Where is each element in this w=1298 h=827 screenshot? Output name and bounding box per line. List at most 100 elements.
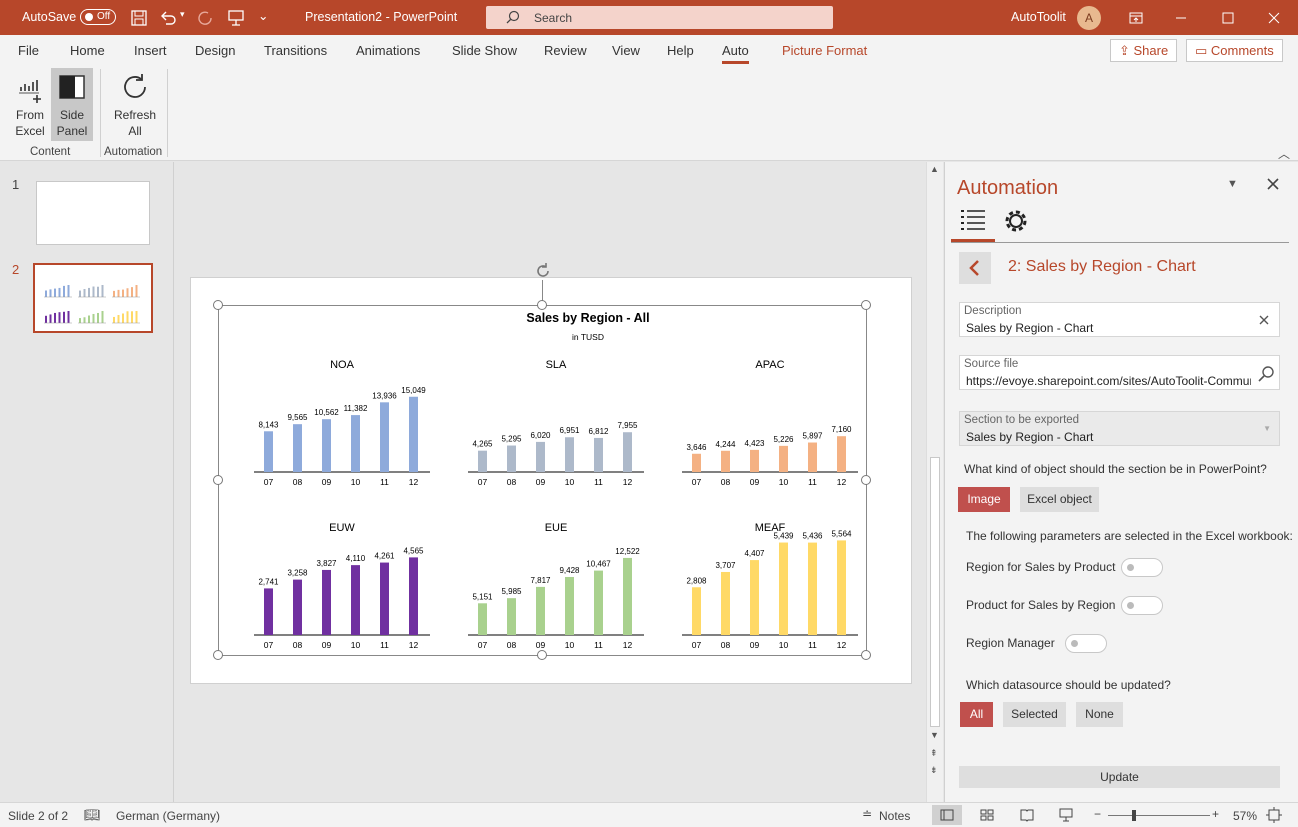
zoom-slider-thumb[interactable] bbox=[1132, 810, 1136, 821]
save-icon[interactable] bbox=[129, 8, 149, 28]
group-automation-label: Automation bbox=[104, 146, 163, 158]
slide-thumbnail-1[interactable] bbox=[36, 181, 150, 245]
rotate-handle-icon[interactable] bbox=[533, 261, 553, 281]
description-value[interactable]: Sales by Region - Chart bbox=[966, 321, 1251, 335]
tab-transitions[interactable]: Transitions bbox=[264, 43, 327, 58]
datasource-none-button[interactable]: None bbox=[1076, 702, 1123, 727]
redo-icon[interactable] bbox=[196, 8, 216, 28]
back-button[interactable] bbox=[959, 252, 991, 284]
undo-icon[interactable] bbox=[158, 8, 178, 28]
account-name[interactable]: AutoToolit bbox=[1011, 10, 1066, 24]
zoom-slider[interactable] bbox=[1108, 815, 1210, 816]
update-button[interactable]: Update bbox=[959, 766, 1280, 788]
autosave-toggle[interactable]: Off bbox=[80, 9, 116, 25]
comments-button[interactable]: ▭ Comments bbox=[1186, 39, 1283, 62]
spellcheck-icon[interactable]: 📖︎ bbox=[84, 807, 101, 823]
tab-review[interactable]: Review bbox=[544, 43, 587, 58]
tab-picture-format[interactable]: Picture Format bbox=[782, 43, 867, 58]
side-panel-label-1: Side bbox=[59, 108, 85, 122]
zoom-level[interactable]: 57% bbox=[1233, 809, 1257, 823]
scrollbar-thumb[interactable] bbox=[930, 457, 940, 727]
share-button[interactable]: ⇪ Share bbox=[1110, 39, 1178, 62]
avatar[interactable]: A bbox=[1077, 6, 1101, 30]
group-divider bbox=[167, 69, 168, 157]
excel-object-option-button[interactable]: Excel object bbox=[1020, 487, 1099, 512]
resize-handle[interactable] bbox=[213, 475, 223, 485]
side-panel-button[interactable]: Side Panel bbox=[51, 68, 93, 141]
image-option-button[interactable]: Image bbox=[958, 487, 1010, 512]
scroll-down-icon[interactable]: ▼ bbox=[930, 730, 939, 740]
search-box[interactable]: Search bbox=[486, 6, 833, 29]
tab-insert[interactable]: Insert bbox=[134, 43, 167, 58]
tab-design[interactable]: Design bbox=[195, 43, 235, 58]
resize-handle[interactable] bbox=[213, 650, 223, 660]
collapse-ribbon-icon[interactable]: ︿ bbox=[1278, 145, 1290, 162]
description-field[interactable]: Description Sales by Region - Chart bbox=[959, 302, 1280, 337]
thumb-bar bbox=[83, 289, 86, 297]
settings-gear-icon[interactable] bbox=[1001, 206, 1031, 236]
datasource-all-button[interactable]: All bbox=[960, 702, 993, 727]
tab-list-view[interactable] bbox=[951, 204, 995, 242]
section-exported-select[interactable]: Section to be exported Sales by Region -… bbox=[959, 411, 1280, 446]
section-exported-value: Sales by Region - Chart bbox=[966, 430, 1094, 444]
resize-handle[interactable] bbox=[537, 300, 547, 310]
notes-button[interactable]: Notes bbox=[879, 809, 910, 823]
previous-slide-icon[interactable]: ⇞ bbox=[930, 748, 938, 759]
vertical-scrollbar[interactable]: ▲ ▼ ⇞ ⇟ bbox=[926, 162, 943, 802]
tab-file[interactable]: File bbox=[18, 43, 39, 58]
source-file-label: Source file bbox=[964, 358, 1019, 370]
document-title: Presentation2 - PowerPoint bbox=[305, 10, 458, 24]
pane-close-icon[interactable] bbox=[1267, 178, 1279, 190]
reading-view-icon[interactable] bbox=[1020, 808, 1034, 822]
fit-to-window-icon[interactable] bbox=[1266, 807, 1282, 823]
tab-home[interactable]: Home bbox=[70, 43, 105, 58]
zoom-out-icon[interactable]: − bbox=[1094, 807, 1101, 821]
next-slide-icon[interactable]: ⇟ bbox=[930, 765, 938, 776]
undo-dropdown-icon[interactable]: ▾ bbox=[180, 9, 185, 20]
browse-search-icon[interactable] bbox=[1257, 365, 1275, 383]
resize-handle[interactable] bbox=[861, 300, 871, 310]
thumb-bar bbox=[49, 314, 52, 323]
slideshow-icon[interactable] bbox=[1058, 808, 1074, 822]
tab-auto[interactable]: Auto bbox=[722, 43, 749, 64]
resize-handle[interactable] bbox=[861, 650, 871, 660]
thumb-bar bbox=[113, 316, 115, 323]
thumb-bar bbox=[122, 313, 124, 323]
tab-view[interactable]: View bbox=[612, 43, 640, 58]
resize-handle[interactable] bbox=[213, 300, 223, 310]
search-icon bbox=[506, 10, 520, 24]
ribbon-display-icon[interactable] bbox=[1125, 7, 1147, 29]
slide-thumbnail-2[interactable] bbox=[33, 263, 153, 333]
thumb-bar bbox=[117, 315, 120, 323]
resize-handle[interactable] bbox=[537, 650, 547, 660]
source-file-value[interactable]: https://evoye.sharepoint.com/sites/AutoT… bbox=[966, 374, 1251, 388]
tab-animations[interactable]: Animations bbox=[356, 43, 420, 58]
param-toggle[interactable] bbox=[1121, 558, 1163, 577]
scroll-up-icon[interactable]: ▲ bbox=[930, 164, 939, 174]
autosave-label: AutoSave bbox=[22, 10, 77, 24]
zoom-in-icon[interactable]: + bbox=[1212, 807, 1219, 821]
thumb-bar bbox=[135, 285, 138, 297]
clear-icon[interactable] bbox=[1259, 315, 1269, 325]
side-panel-label-2: Panel bbox=[56, 124, 88, 138]
from-excel-button[interactable]: From Excel bbox=[10, 71, 50, 139]
source-file-field[interactable]: Source file https://evoye.sharepoint.com… bbox=[959, 355, 1280, 390]
param-toggle[interactable] bbox=[1121, 596, 1163, 615]
notes-icon: ≐ bbox=[862, 807, 873, 821]
tab-slide-show[interactable]: Slide Show bbox=[452, 43, 517, 58]
thumb-bar bbox=[54, 288, 56, 297]
slide-number: 2 bbox=[12, 262, 20, 277]
slide-sorter-icon[interactable] bbox=[980, 809, 994, 821]
param-toggle[interactable] bbox=[1065, 634, 1107, 653]
minimize-icon[interactable] bbox=[1170, 7, 1192, 29]
present-icon[interactable] bbox=[226, 8, 246, 28]
pane-options-icon[interactable]: ▼ bbox=[1227, 178, 1238, 190]
close-icon[interactable] bbox=[1263, 7, 1285, 29]
language-indicator[interactable]: German (Germany) bbox=[116, 809, 220, 823]
tab-help[interactable]: Help bbox=[667, 43, 694, 58]
maximize-icon[interactable] bbox=[1217, 7, 1239, 29]
resize-handle[interactable] bbox=[861, 475, 871, 485]
refresh-all-button[interactable]: Refresh All bbox=[112, 71, 158, 139]
customize-qat-icon[interactable]: ⌄ bbox=[258, 8, 268, 23]
datasource-selected-button[interactable]: Selected bbox=[1003, 702, 1066, 727]
